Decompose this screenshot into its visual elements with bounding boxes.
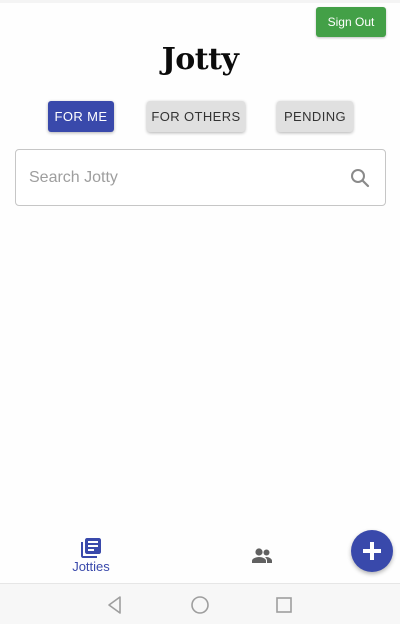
nav-people[interactable] xyxy=(246,540,278,572)
sign-out-button[interactable]: Sign Out xyxy=(316,7,386,37)
app-logo: Jotty xyxy=(161,42,239,77)
filter-pending-button[interactable]: PENDING xyxy=(277,101,353,132)
plus-icon xyxy=(363,542,381,560)
search-icon[interactable] xyxy=(348,166,372,190)
recents-icon[interactable] xyxy=(273,594,295,616)
system-navigation-bar xyxy=(0,583,400,624)
back-icon[interactable] xyxy=(104,594,126,616)
home-icon[interactable] xyxy=(189,594,211,616)
nav-jotties[interactable]: Jotties xyxy=(60,530,122,580)
add-jotty-button[interactable] xyxy=(351,530,393,572)
filter-for-me-button[interactable]: FOR ME xyxy=(48,101,114,132)
notes-icon xyxy=(81,538,101,558)
filter-for-others-button[interactable]: FOR OTHERS xyxy=(147,101,245,132)
nav-jotties-label: Jotties xyxy=(72,559,110,574)
bottom-navigation: Jotties xyxy=(0,530,400,583)
search-input[interactable] xyxy=(29,166,339,190)
search-box xyxy=(15,149,386,206)
people-icon xyxy=(252,548,272,563)
status-bar xyxy=(0,0,400,3)
